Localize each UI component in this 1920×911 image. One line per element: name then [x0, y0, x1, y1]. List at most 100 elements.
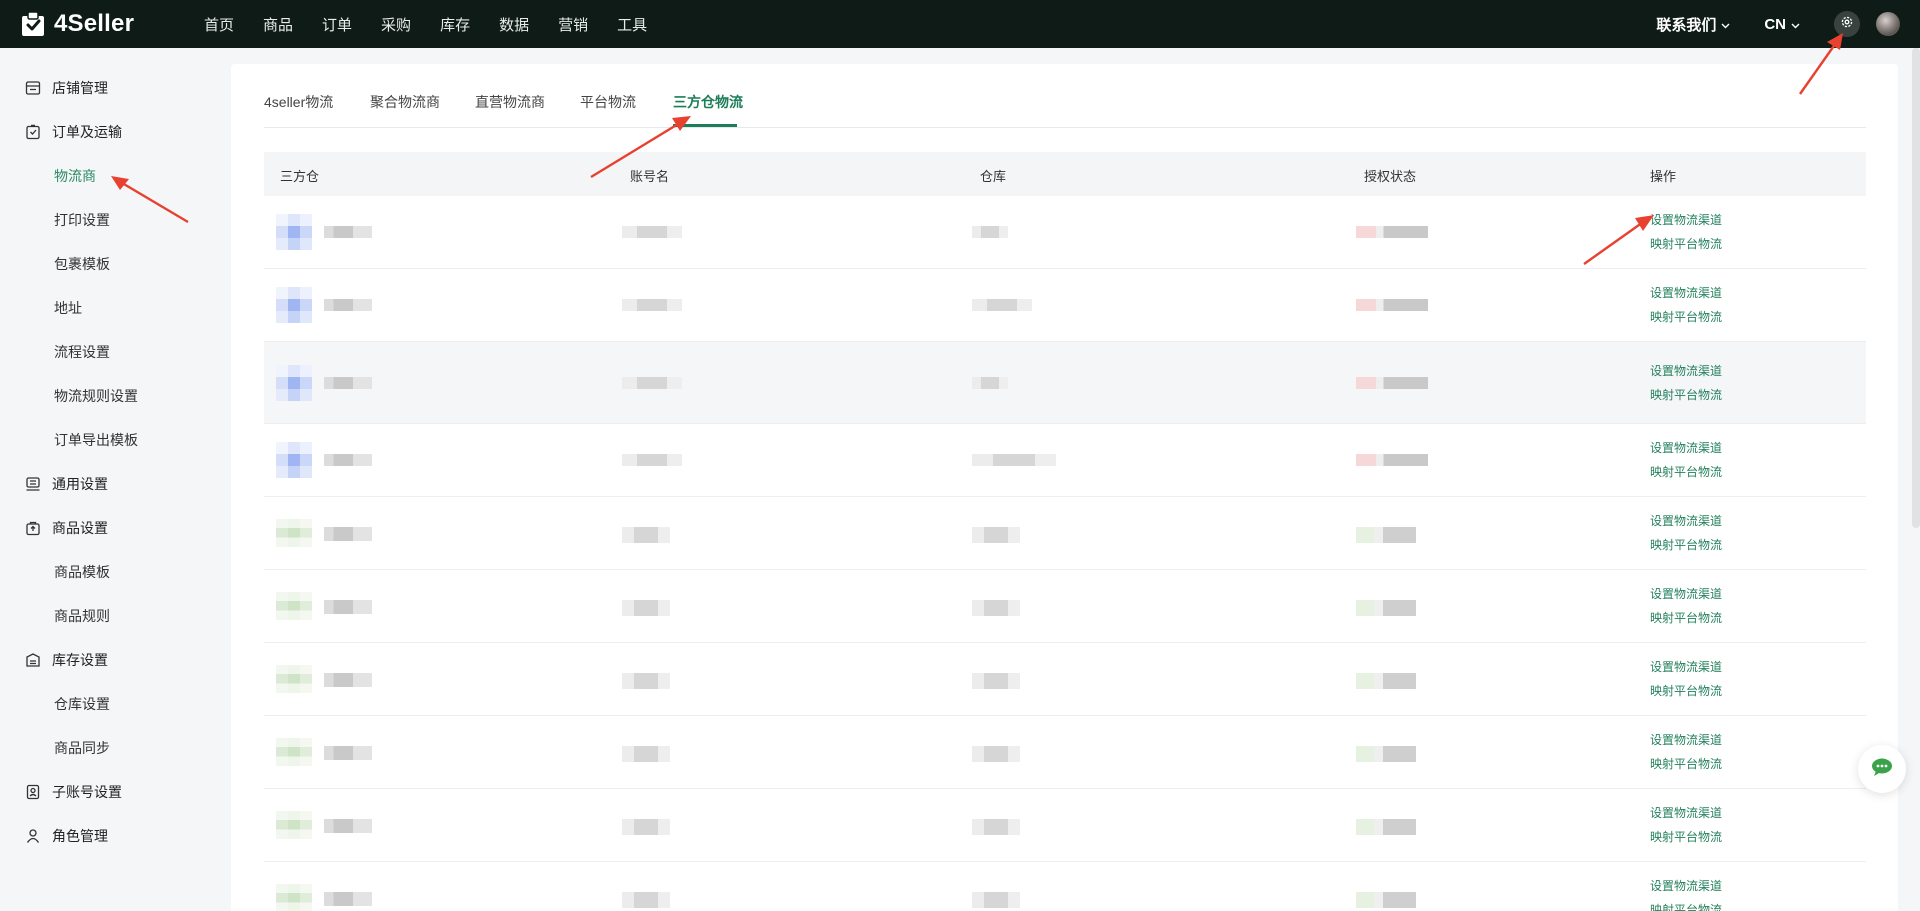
provider-name-redacted [324, 454, 372, 466]
tab-aggregated-logistics[interactable]: 聚合物流商 [370, 92, 440, 112]
annotation-arrow-icon [1799, 33, 1843, 95]
table-header: 三方仓 账号名 仓库 授权状态 操作 [264, 152, 1866, 196]
chevron-down-icon [1721, 16, 1730, 33]
map-platform-logistics-link[interactable]: 映射平台物流 [1650, 609, 1722, 626]
sidebar-item-sub-accounts[interactable]: 子账号设置 [24, 782, 122, 802]
main-content-card: 4seller物流 聚合物流商 直营物流商 平台物流 三方仓物流 三方仓 账号名… [231, 64, 1898, 911]
sidebar-item-logistics-rules[interactable]: 物流规则设置 [54, 386, 138, 406]
sidebar-item-logistics-providers[interactable]: 物流商 [54, 166, 96, 186]
account-name-redacted [622, 892, 670, 908]
provider-logo [276, 592, 312, 620]
user-avatar[interactable] [1876, 12, 1900, 36]
sidebar-item-product-settings[interactable]: 商品设置 [24, 518, 108, 538]
page-scrollbar[interactable] [1912, 48, 1920, 528]
user-icon [24, 827, 42, 845]
warehouse-redacted [972, 746, 1020, 762]
warehouse-redacted [972, 299, 1032, 311]
sidebar-item-inventory-settings[interactable]: 库存设置 [24, 650, 108, 670]
sidebar-item-product-sync[interactable]: 商品同步 [54, 738, 110, 758]
nav-products[interactable]: 商品 [263, 14, 293, 35]
set-logistics-channel-link[interactable]: 设置物流渠道 [1650, 658, 1722, 675]
account-name-redacted [622, 377, 682, 389]
set-logistics-channel-link[interactable]: 设置物流渠道 [1650, 211, 1722, 228]
annotation-arrow-icon [590, 116, 691, 179]
nav-data[interactable]: 数据 [499, 14, 529, 35]
set-logistics-channel-link[interactable]: 设置物流渠道 [1650, 284, 1722, 301]
table-row: 设置物流渠道 映射平台物流 [264, 789, 1866, 862]
sidebar-item-order-export-templates[interactable]: 订单导出模板 [54, 430, 138, 450]
sidebar-item-warehouse-settings[interactable]: 仓库设置 [54, 694, 110, 714]
sidebar-item-process-settings[interactable]: 流程设置 [54, 342, 110, 362]
app-logo[interactable]: 4Seller [20, 10, 204, 38]
tab-direct-logistics[interactable]: 直营物流商 [475, 92, 545, 112]
sidebar-item-label: 角色管理 [52, 828, 108, 844]
tab-4seller-logistics[interactable]: 4seller物流 [264, 92, 333, 112]
nav-purchase[interactable]: 采购 [381, 14, 411, 35]
auth-status-redacted [1356, 454, 1428, 466]
provider-name-redacted [324, 673, 372, 687]
provider-name-redacted [324, 600, 372, 614]
set-logistics-channel-link[interactable]: 设置物流渠道 [1650, 512, 1722, 529]
provider-name-redacted [324, 299, 372, 311]
contact-us-label: 联系我们 [1656, 16, 1717, 34]
table-row: 设置物流渠道 映射平台物流 [264, 497, 1866, 570]
provider-logo [276, 665, 312, 693]
set-logistics-channel-link[interactable]: 设置物流渠道 [1650, 362, 1722, 379]
sidebar-item-address[interactable]: 地址 [54, 298, 82, 318]
map-platform-logistics-link[interactable]: 映射平台物流 [1650, 682, 1722, 699]
map-platform-logistics-link[interactable]: 映射平台物流 [1650, 536, 1722, 553]
logo-bag-icon [20, 11, 46, 37]
auth-status-redacted [1356, 819, 1416, 835]
tab-3pl-warehouse-logistics[interactable]: 三方仓物流 [673, 92, 743, 112]
warehouse-redacted [972, 454, 1056, 466]
sidebar-item-store-management[interactable]: 店铺管理 [24, 78, 108, 98]
contact-us-menu[interactable]: 联系我们 [1656, 14, 1730, 35]
map-platform-logistics-link[interactable]: 映射平台物流 [1650, 308, 1722, 325]
badge-icon [24, 783, 42, 801]
table-row: 设置物流渠道 映射平台物流 [264, 570, 1866, 643]
set-logistics-channel-link[interactable]: 设置物流渠道 [1650, 439, 1722, 456]
table-row: 设置物流渠道 映射平台物流 [264, 269, 1866, 342]
provider-name-redacted [324, 377, 372, 389]
top-navigation-bar: 4Seller 首页 商品 订单 采购 库存 数据 营销 工具 联系我们 CN [0, 0, 1920, 48]
tab-platform-logistics[interactable]: 平台物流 [580, 92, 636, 112]
nav-orders[interactable]: 订单 [322, 14, 352, 35]
store-icon [24, 79, 42, 97]
map-platform-logistics-link[interactable]: 映射平台物流 [1650, 828, 1722, 845]
map-platform-logistics-link[interactable]: 映射平台物流 [1650, 386, 1722, 403]
app-name: 4Seller [54, 10, 135, 37]
row-highlight-edge [1508, 342, 1866, 423]
warehouse-redacted [972, 673, 1020, 689]
table-row: 设置物流渠道 映射平台物流 [264, 342, 1866, 424]
warehouse-redacted [972, 600, 1020, 616]
set-logistics-channel-link[interactable]: 设置物流渠道 [1650, 731, 1722, 748]
account-name-redacted [622, 454, 682, 466]
auth-status-redacted [1356, 299, 1428, 311]
nav-marketing[interactable]: 营销 [558, 14, 588, 35]
map-platform-logistics-link[interactable]: 映射平台物流 [1650, 901, 1722, 911]
map-platform-logistics-link[interactable]: 映射平台物流 [1650, 235, 1722, 252]
nav-inventory[interactable]: 库存 [440, 14, 470, 35]
set-logistics-channel-link[interactable]: 设置物流渠道 [1650, 585, 1722, 602]
map-platform-logistics-link[interactable]: 映射平台物流 [1650, 463, 1722, 480]
nav-tools[interactable]: 工具 [617, 14, 647, 35]
sidebar-item-product-templates[interactable]: 商品模板 [54, 562, 110, 582]
nav-home[interactable]: 首页 [204, 14, 234, 35]
monitor-icon [24, 475, 42, 493]
provider-logo [276, 214, 312, 250]
sidebar-item-product-rules[interactable]: 商品规则 [54, 606, 110, 626]
provider-logo [276, 287, 312, 323]
sidebar-item-role-management[interactable]: 角色管理 [24, 826, 108, 846]
account-name-redacted [622, 819, 670, 835]
bag-icon [24, 519, 42, 537]
sidebar-item-package-templates[interactable]: 包裹模板 [54, 254, 110, 274]
column-header-auth-status: 授权状态 [1364, 169, 1417, 184]
sidebar-item-orders-shipping[interactable]: 订单及运输 [24, 122, 122, 142]
support-chat-button[interactable] [1858, 745, 1906, 793]
sidebar-item-print-settings[interactable]: 打印设置 [54, 210, 110, 230]
set-logistics-channel-link[interactable]: 设置物流渠道 [1650, 804, 1722, 821]
sidebar-item-general-settings[interactable]: 通用设置 [24, 474, 108, 494]
logistics-tabs: 4seller物流 聚合物流商 直营物流商 平台物流 三方仓物流 [264, 64, 1866, 128]
set-logistics-channel-link[interactable]: 设置物流渠道 [1650, 877, 1722, 894]
map-platform-logistics-link[interactable]: 映射平台物流 [1650, 755, 1722, 772]
